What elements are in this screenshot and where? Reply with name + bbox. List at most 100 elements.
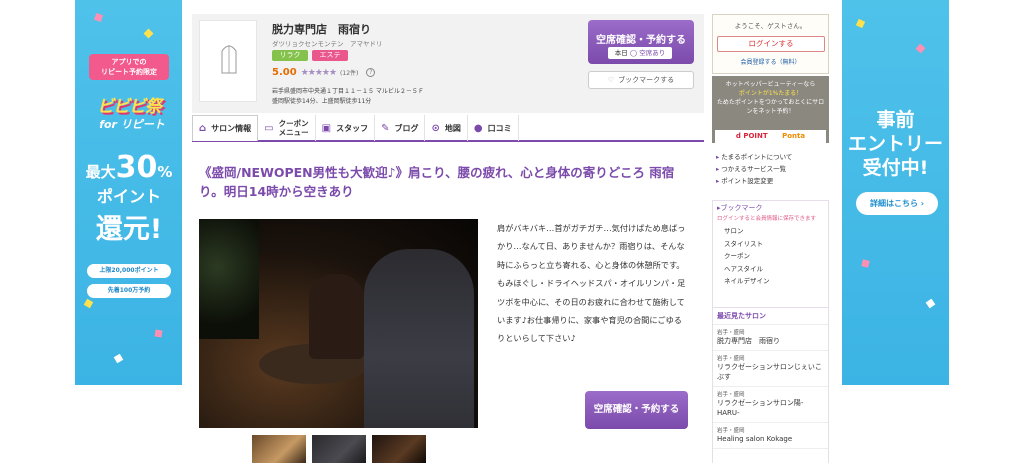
salon-logo [199,20,257,102]
tab-label: 口コミ [487,123,512,133]
bookmark-item[interactable]: クーポン [713,250,828,263]
app-limited-label: アプリでの リピート予約限定 [89,54,169,80]
salon-address: 岩手県盛岡市中央通１丁目１１－１５ マルビル２－５Ｆ [272,88,424,95]
bookmark-item[interactable]: スタイリスト [713,238,828,251]
salon-header: 脱力専門店 雨宿り ダツリョクセンモンテン アマヤドリ リラク エステ 5.00… [192,14,704,113]
big-unit: % [157,163,173,181]
confetti-decoration [925,298,936,309]
caret-right-icon: ▸ [716,153,720,161]
photo-staff [309,274,364,359]
confetti-decoration [861,259,870,268]
limit-pill: 上限20,000ポイント [87,264,171,278]
review-count[interactable]: (12件) [340,68,358,77]
confetti-decoration [915,43,926,54]
ponta-logo: Ponta [782,132,806,140]
tab-blog[interactable]: ✎ ブログ [375,115,426,141]
rating-stars-icon: ★★★★★ [300,67,337,78]
login-button[interactable]: ログインする [717,36,825,52]
entry-title-line-1: 事前 [876,109,915,131]
recent-area: 岩手・盛岡 [717,392,745,398]
point-link[interactable]: ▸ つかえるサービス一覧 [716,163,792,175]
point-return-headline: 最大30% ポイント 還元! [81,150,177,246]
bookmark-item[interactable]: ネイルデザイン [713,275,828,288]
confetti-decoration [113,353,124,364]
confetti-decoration [143,28,154,39]
recent-name: Healing salon Kokage [717,435,793,443]
left-promo-banner[interactable]: アプリでの リピート予約限定 ビビビ祭 for リピート 最大30% ポイント … [75,0,182,385]
right-promo-banner[interactable]: 事前 エントリー 受付中! 詳細はこちら › [842,0,949,385]
salon-access: 盛岡駅徒歩14分、上盛岡駅徒歩11分 [272,98,372,105]
bookmark-label: ブックマークする [618,76,675,84]
recent-salon-item[interactable]: 岩手・盛岡 Healing salon Kokage [713,423,828,449]
id-card-icon: ▣ [321,122,332,134]
big-number: 30 [115,150,158,185]
bookmark-note: ログインすると会員情報に保存できます [717,216,817,222]
point-link[interactable]: ▸ たまるポイントについて [716,151,792,163]
pencil-icon: ✎ [381,122,390,134]
salon-main-photo[interactable] [199,219,478,428]
recent-name: 脱力専門店 雨宿り [717,337,780,345]
big-line-3: 還元! [95,214,163,245]
map-pin-icon: ⊙ [431,122,440,134]
point-logos: d POINT Ponta [715,130,826,143]
umbrella-door-icon [221,45,237,74]
ticket-icon: ▭ [264,122,274,134]
photo-thumbnail[interactable] [372,435,426,463]
bookmark-item[interactable]: サロン [713,225,828,238]
register-link[interactable]: 会員登録する（無料） [717,57,824,66]
point-line-3: ためたポイントをつかっておとくにサロンをネット予約！ [716,99,825,115]
bookmark-title: ▸ブックマーク [717,204,763,212]
recent-area: 岩手・盛岡 [717,428,745,434]
tab-map[interactable]: ⊙ 地図 [425,115,468,141]
bookmark-panel: ▸ブックマーク ログインすると会員情報に保存できます サロン スタイリスト クー… [712,200,829,309]
point-link[interactable]: ▸ ポイント設定変更 [716,175,792,187]
big-prefix: 最大 [85,163,116,181]
photo-thumbnail[interactable] [312,435,366,463]
reserve-button[interactable]: 空席確認・予約する 本日 ◯ 空席あり [588,20,694,64]
fest-title: ビビビ祭 [97,97,162,117]
tab-staff[interactable]: ▣ スタッフ [316,115,376,141]
heart-icon: ♡ [607,76,615,84]
dpoint-logo: d POINT [735,132,768,140]
tab-salon-info[interactable]: ⌂ サロン情報 [192,115,259,141]
reserve-button-label: 空席確認・予約する [596,35,686,46]
recent-area: 岩手・盛岡 [717,356,745,362]
photo-plant [199,219,259,339]
salon-catchphrase: 《盛岡/NEWOPEN男性も大歓迎♪》肩こり、腰の疲れ、心と身体の寄りどころ 雨… [199,165,675,199]
salon-tabs: ⌂ サロン情報 ▭ クーポン メニュー ▣ スタッフ ✎ ブログ ⊙ 地図 ● 口コミ [192,115,704,142]
rating-score: 5.00 [272,67,297,78]
point-links: ▸ たまるポイントについて ▸ つかえるサービス一覧 ▸ ポイント設定変更 [716,151,792,187]
point-line-1: ホットペッパービューティーなら [725,81,816,88]
tab-reviews[interactable]: ● 口コミ [468,115,519,141]
photo-thumbnail[interactable] [252,435,306,463]
recent-salon-item[interactable]: 岩手・盛岡 脱力専門店 雨宿り [713,325,828,351]
tab-label: 地図 [444,123,461,133]
tab-label: クーポン メニュー [278,119,309,137]
bookmark-item[interactable]: ヘアスタイル [713,263,828,276]
home-icon: ⌂ [199,123,207,134]
recent-salons-title: 最近見たサロン [713,308,828,325]
bookmark-button[interactable]: ♡ ブックマークする [588,71,694,89]
caret-right-icon: ▸ [716,177,720,185]
details-button[interactable]: 詳細はこちら › [856,192,938,215]
recent-salon-item[interactable]: 岩手・盛岡 リラクゼーションサロン陽-HARU- [713,387,828,423]
big-line-2: ポイント [96,187,161,206]
confetti-decoration [83,298,94,309]
confetti-decoration [94,13,103,22]
speech-bubble-icon: ● [473,122,483,134]
fest-subtitle: for リピート [99,118,165,131]
tab-label: ブログ [394,123,419,133]
welcome-box: ようこそ、ゲストさん。 ログインする 会員登録する（無料） [712,14,829,74]
salon-name[interactable]: 脱力専門店 雨宿り [272,21,371,37]
recent-name: リラクゼーションサロンじぇいこぶす [717,363,822,381]
today-availability: 本日 ◯ 空席あり [608,47,672,59]
tab-coupon-menu[interactable]: ▭ クーポン メニュー [258,115,316,141]
recent-salon-item[interactable]: 岩手・盛岡 リラクゼーションサロンじぇいこぶす [713,351,828,387]
point-line-2: ポイントが1%たまる！ [738,90,803,97]
welcome-text: ようこそ、ゲストさん。 [734,22,807,30]
help-icon[interactable]: ? [366,68,376,77]
reserve-button-bottom[interactable]: 空席確認・予約する [585,391,688,429]
recent-name: リラクゼーションサロン陽-HARU- [717,399,804,417]
genre-tag: リラク [272,50,308,61]
confetti-decoration [855,18,866,29]
